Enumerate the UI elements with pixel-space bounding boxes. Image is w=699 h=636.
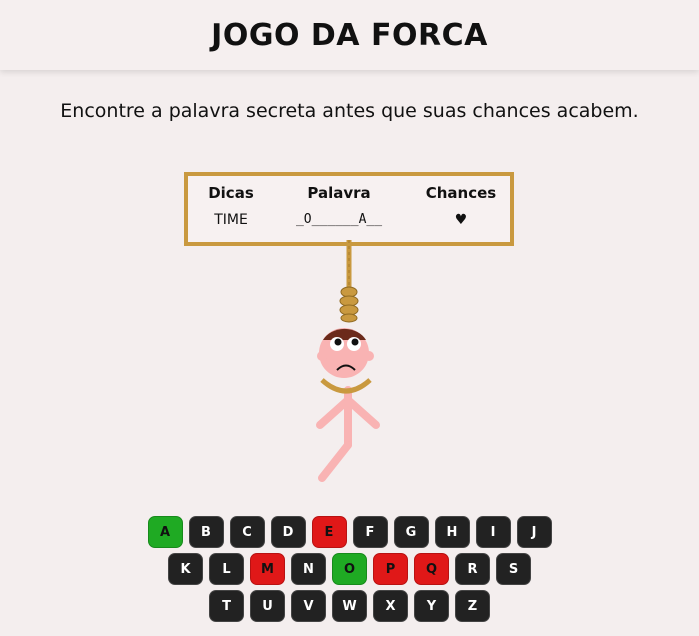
letter-key-n[interactable]: N bbox=[291, 553, 326, 585]
hint-value: TIME bbox=[214, 212, 248, 228]
letter-keyboard: ABCDEFGHIJ KLMNOPQRS TUVWXYZ bbox=[0, 516, 699, 627]
keyboard-row: TUVWXYZ bbox=[0, 590, 699, 622]
header-bar: JOGO DA FORCA bbox=[0, 0, 699, 70]
letter-key-w[interactable]: W bbox=[332, 590, 367, 622]
letter-key-d[interactable]: D bbox=[270, 516, 306, 548]
hint-label: Dicas bbox=[208, 184, 254, 202]
letter-key-t[interactable]: T bbox=[209, 590, 244, 622]
letter-key-c[interactable]: C bbox=[229, 516, 265, 548]
letter-key-z[interactable]: Z bbox=[455, 590, 490, 622]
rope bbox=[339, 240, 359, 323]
page-title: JOGO DA FORCA bbox=[211, 17, 488, 53]
letter-key-s[interactable]: S bbox=[496, 553, 531, 585]
secret-word: _O______A__ bbox=[295, 212, 383, 227]
word-label: Palavra bbox=[307, 184, 371, 202]
letter-key-x[interactable]: X bbox=[373, 590, 408, 622]
letter-key-r[interactable]: R bbox=[455, 553, 490, 585]
hint-column: Dicas TIME bbox=[196, 176, 266, 228]
letter-key-m[interactable]: M bbox=[250, 553, 285, 585]
letter-key-e[interactable]: E bbox=[311, 516, 347, 548]
letter-key-u[interactable]: U bbox=[250, 590, 285, 622]
letter-key-l[interactable]: L bbox=[209, 553, 244, 585]
keyboard-row: KLMNOPQRS bbox=[0, 553, 699, 585]
letter-key-a[interactable]: A bbox=[147, 516, 183, 548]
chances-label: Chances bbox=[425, 184, 497, 202]
instructions-text: Encontre a palavra secreta antes que sua… bbox=[60, 100, 639, 122]
hangman-figure bbox=[316, 240, 380, 482]
letter-key-p[interactable]: P bbox=[373, 553, 408, 585]
game-info-board: Dicas TIME Palavra _O______A__ Chances ♥ bbox=[184, 172, 514, 246]
letter-key-y[interactable]: Y bbox=[414, 590, 449, 622]
letter-key-o[interactable]: O bbox=[332, 553, 367, 585]
letter-key-q[interactable]: Q bbox=[414, 553, 449, 585]
keyboard-row: ABCDEFGHIJ bbox=[0, 516, 699, 548]
letter-key-k[interactable]: K bbox=[168, 553, 203, 585]
stick-body bbox=[316, 386, 380, 482]
letter-key-j[interactable]: J bbox=[516, 516, 552, 548]
word-column: Palavra _O______A__ bbox=[274, 176, 404, 227]
head bbox=[317, 328, 374, 394]
letter-key-i[interactable]: I bbox=[475, 516, 511, 548]
letter-key-v[interactable]: V bbox=[291, 590, 326, 622]
letter-key-f[interactable]: F bbox=[352, 516, 388, 548]
chances-column: Chances ♥ bbox=[420, 176, 502, 228]
heart-icon: ♥ bbox=[454, 212, 468, 228]
letter-key-h[interactable]: H bbox=[434, 516, 470, 548]
letter-key-b[interactable]: B bbox=[188, 516, 224, 548]
letter-key-g[interactable]: G bbox=[393, 516, 429, 548]
